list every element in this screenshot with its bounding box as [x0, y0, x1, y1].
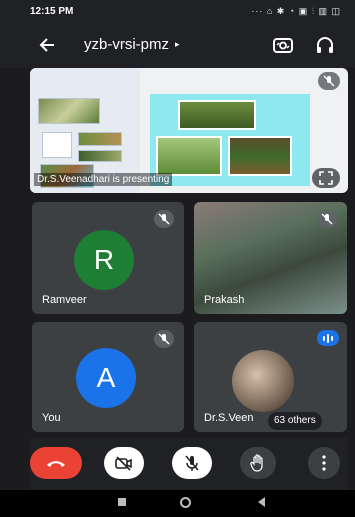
- slide-thumbnail: [38, 98, 100, 124]
- back-arrow-icon[interactable]: [36, 34, 58, 56]
- others-count-badge[interactable]: 63 others: [268, 412, 322, 430]
- raise-hand-button[interactable]: [240, 447, 276, 479]
- fullscreen-button[interactable]: [312, 168, 340, 188]
- recents-icon[interactable]: [118, 498, 126, 506]
- mic-off-icon: [154, 210, 174, 228]
- avatar: R: [74, 230, 134, 290]
- status-time: 12:15 PM: [30, 5, 74, 17]
- status-bar: 12:15 PM ··· ⌂ ✱ ◔ ▣ ⫶ ▥ ◫: [0, 0, 355, 22]
- system-nav-bar: [0, 490, 355, 517]
- participant-tile-ramveer[interactable]: R Ramveer: [32, 202, 184, 314]
- more-options-button[interactable]: [308, 447, 340, 479]
- participant-name: Ramveer: [42, 294, 87, 306]
- top-bar: yzb-vrsi-pmz ▸: [0, 22, 355, 68]
- slide-thumbnail: [42, 132, 72, 158]
- hand-icon: [250, 454, 263, 472]
- mic-toggle-button[interactable]: [172, 447, 212, 479]
- meeting-code: yzb-vrsi-pmz: [84, 36, 169, 53]
- chevron-right-icon: ▸: [175, 39, 180, 49]
- mic-off-icon: [318, 72, 340, 90]
- participant-tile-others[interactable]: Dr.S.Veen 63 others: [194, 322, 347, 432]
- fullscreen-icon: [319, 171, 333, 185]
- slide-thumbnail: [78, 150, 122, 162]
- mic-off-icon: [154, 330, 174, 348]
- headphones-icon[interactable]: [314, 34, 336, 56]
- more-vertical-icon: [322, 455, 326, 471]
- status-icons: ··· ⌂ ✱ ◔ ▣ ⫶ ▥ ◫: [251, 5, 341, 16]
- camera-toggle-button[interactable]: [104, 447, 144, 479]
- crop-photo: [228, 136, 292, 176]
- meeting-title[interactable]: yzb-vrsi-pmz ▸: [84, 36, 180, 53]
- avatar: A: [76, 348, 136, 408]
- avatar: [232, 350, 294, 412]
- back-icon[interactable]: [258, 497, 265, 507]
- home-icon[interactable]: [180, 497, 191, 508]
- participant-tile-prakash[interactable]: Prakash: [194, 202, 347, 314]
- presentation-tile[interactable]: Dr.S.Veenadhari is presenting: [30, 68, 348, 193]
- end-call-button[interactable]: [30, 447, 82, 479]
- slide-content: [150, 94, 310, 186]
- participant-name: Prakash: [204, 294, 245, 306]
- crop-photo: [178, 100, 256, 130]
- slide-thumbnail: [78, 132, 122, 146]
- participant-tile-you[interactable]: A You: [32, 322, 184, 432]
- speaking-indicator-icon: [317, 330, 339, 346]
- call-controls: [30, 438, 348, 490]
- switch-camera-icon[interactable]: [272, 34, 294, 56]
- camera-off-icon: [115, 456, 132, 471]
- participant-name: Dr.S.Veen: [204, 412, 254, 424]
- end-call-icon: [47, 461, 65, 467]
- presenter-label: Dr.S.Veenadhari is presenting: [34, 173, 173, 186]
- mic-off-icon: [185, 455, 199, 471]
- mic-off-icon: [317, 210, 337, 228]
- participant-name: You: [42, 412, 61, 424]
- crop-photo: [156, 136, 222, 176]
